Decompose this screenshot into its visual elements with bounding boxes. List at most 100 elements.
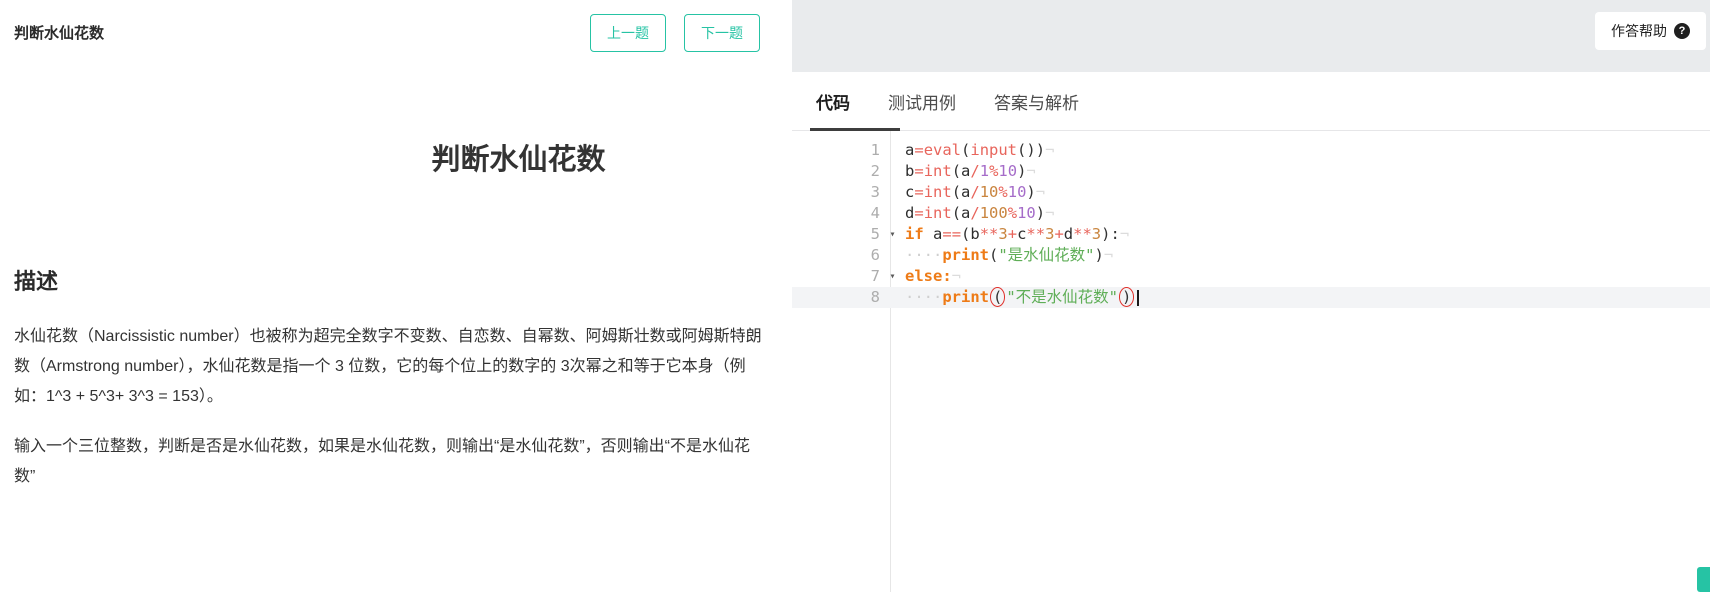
- code-line[interactable]: 4 d=int(a/100%10)¬: [792, 203, 1710, 224]
- token-bi: eval: [923, 141, 962, 159]
- answer-help-label: 作答帮助: [1611, 23, 1667, 39]
- code-line[interactable]: 2 b=int(a/1%10)¬: [792, 161, 1710, 182]
- token-kw: print: [942, 246, 989, 264]
- token-p: ): [1026, 183, 1036, 201]
- line-number: 3: [870, 183, 880, 201]
- help-strip: 作答帮助 ?: [792, 0, 1710, 72]
- token-op: =: [914, 183, 924, 201]
- tab-bar: 代码 测试用例 答案与解析: [792, 72, 1710, 132]
- bracket-error-marker: ): [1119, 287, 1135, 307]
- token-v: b: [905, 162, 915, 180]
- tab-analysis[interactable]: 答案与解析: [994, 89, 1079, 114]
- code-text: ····print("不是水仙花数"): [905, 287, 1710, 308]
- token-p: :: [1110, 225, 1120, 243]
- token-p: (: [961, 141, 971, 159]
- code-text: a=eval(input())¬: [905, 140, 1710, 161]
- editor-panel: 作答帮助 ? 代码 测试用例 答案与解析 1 a=eval(input())¬ 2 b=i…: [792, 0, 1710, 592]
- token-op: **: [979, 225, 999, 243]
- token-str: "不是水仙花数": [1006, 288, 1119, 306]
- code-text: if a==(b**3+c**3+d**3):¬: [905, 224, 1710, 245]
- answer-help-button[interactable]: 作答帮助 ?: [1595, 12, 1706, 50]
- problem-header: 判断水仙花数 上一题 下一题: [0, 0, 792, 52]
- token-v: a: [961, 183, 971, 201]
- line-number: 4: [870, 204, 880, 222]
- token-v: a: [961, 162, 971, 180]
- token-p: (: [989, 246, 999, 264]
- bracket-error-marker: (: [990, 287, 1006, 307]
- token-numP: 10: [1017, 204, 1036, 222]
- next-question-button[interactable]: 下一题: [684, 14, 760, 52]
- code-text: d=int(a/100%10)¬: [905, 203, 1710, 224]
- corner-accent-button[interactable]: [1697, 567, 1710, 592]
- code-text: c=int(a/10%10)¬: [905, 182, 1710, 203]
- token-numO: 10: [979, 183, 999, 201]
- code-line[interactable]: 8 ····print("不是水仙花数"): [792, 287, 1710, 308]
- code-text: b=int(a/1%10)¬: [905, 161, 1710, 182]
- code-line[interactable]: 6 ····print("是水仙花数")¬: [792, 245, 1710, 266]
- token-numP: 10: [1007, 183, 1027, 201]
- token-op: =: [914, 141, 924, 159]
- token-p: (: [951, 183, 962, 201]
- line-number: 2: [870, 162, 880, 180]
- token-eol: ¬: [1103, 246, 1114, 264]
- token-eol: ¬: [951, 267, 962, 285]
- token-p: (: [961, 225, 971, 243]
- token-v: b: [970, 225, 980, 243]
- token-ws: ····: [905, 246, 943, 264]
- fold-chevron-down-icon[interactable]: ▾: [880, 266, 905, 287]
- text-cursor: [1137, 290, 1140, 306]
- line-number: 8: [870, 288, 880, 306]
- token-eol: ¬: [1045, 204, 1055, 222]
- token-bi: int: [923, 162, 952, 180]
- fold-chevron-down-icon[interactable]: ▾: [880, 224, 905, 245]
- problem-title: 判断水仙花数: [431, 144, 606, 176]
- token-op: /: [970, 204, 980, 222]
- token-op: %: [989, 162, 999, 180]
- problem-header-title: 判断水仙花数: [14, 25, 105, 42]
- code-line[interactable]: 3 c=int(a/10%10)¬: [792, 182, 1710, 203]
- code-line[interactable]: 1 a=eval(input())¬: [792, 140, 1710, 161]
- token-bi: int: [923, 204, 952, 222]
- token-op: +: [1007, 225, 1018, 243]
- code-text: else:¬: [905, 266, 1710, 287]
- token-numO: 100: [979, 204, 1008, 222]
- token-str: "是水仙花数": [998, 246, 1095, 264]
- token-p: (: [951, 162, 962, 180]
- problem-panel: 判断水仙花数 上一题 下一题 判断水仙花数 描述 水仙花数（Narcissist…: [0, 0, 792, 592]
- token-p: ): [1094, 246, 1104, 264]
- token-v: a: [933, 225, 943, 243]
- token-p: ): [1035, 141, 1046, 159]
- token-ws: ····: [905, 288, 943, 306]
- token-op: %: [998, 183, 1008, 201]
- tab-code[interactable]: 代码: [816, 89, 850, 114]
- token-p: ): [1026, 141, 1036, 159]
- line-number: 1: [870, 141, 880, 159]
- line-number: 7: [870, 267, 880, 285]
- token-bi: input: [970, 141, 1018, 159]
- token-kw: :: [942, 267, 952, 285]
- prev-question-button[interactable]: 上一题: [590, 14, 666, 52]
- token-op: =: [914, 204, 924, 222]
- token-op: /: [970, 183, 980, 201]
- token-kw: else: [905, 267, 943, 285]
- tab-testcases[interactable]: 测试用例: [888, 89, 956, 114]
- code-text: ····print("是水仙花数")¬: [905, 245, 1710, 266]
- question-nav: 上一题 下一题: [590, 14, 760, 52]
- token-op: =: [914, 162, 924, 180]
- token-kw: if: [905, 225, 924, 243]
- description-paragraph-1: 水仙花数（Narcissistic number）也被称为超完全数字不变数、自恋…: [14, 328, 762, 405]
- token-v: d: [1063, 225, 1074, 243]
- code-line[interactable]: 7 ▾ else:¬: [792, 266, 1710, 287]
- token-op: **: [1026, 225, 1046, 243]
- token-bi: int: [923, 183, 952, 201]
- token-op: **: [1073, 225, 1092, 243]
- token-op: %: [1007, 204, 1018, 222]
- code-editor[interactable]: 1 a=eval(input())¬ 2 b=int(a/1%10)¬ 3 c=int(a…: [792, 131, 1710, 592]
- code-line[interactable]: 5 ▾ if a==(b**3+c**3+d**3):¬: [792, 224, 1710, 245]
- token-v: d: [905, 204, 915, 222]
- token-numP: 10: [998, 162, 1018, 180]
